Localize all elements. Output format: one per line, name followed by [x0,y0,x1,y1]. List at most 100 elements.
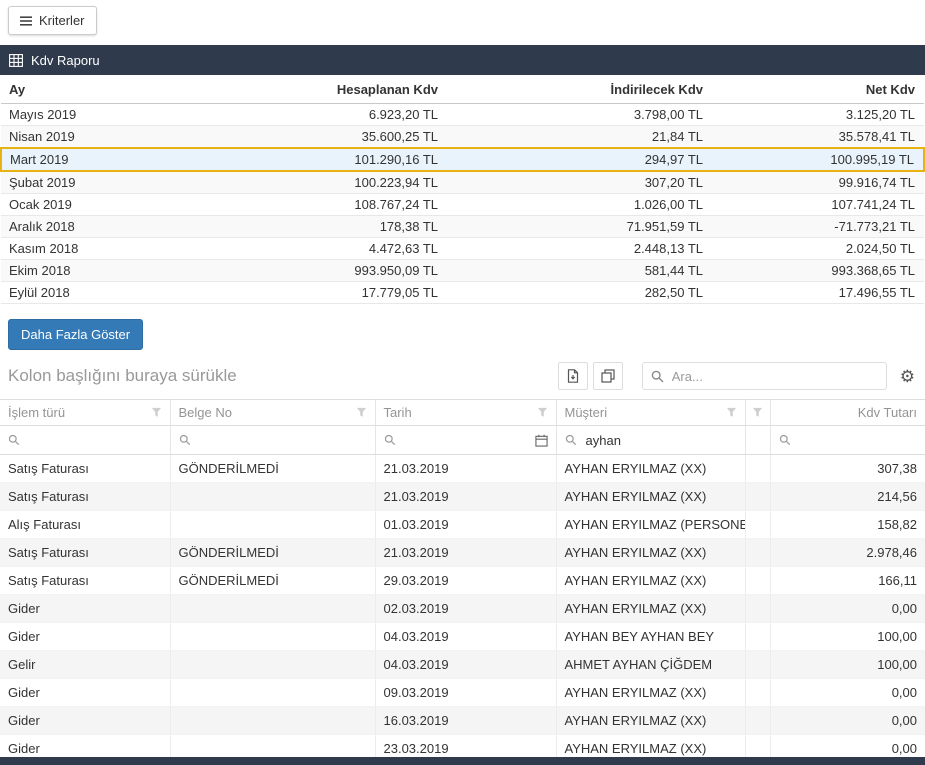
grid-cell-extra [745,679,770,707]
filter-input-kdv-tutari[interactable] [798,432,918,449]
report-cell-ay: Ekim 2018 [1,260,231,282]
grid-cell-kdv-tutari: 0,00 [770,679,925,707]
report-col-ay[interactable]: Ay [1,75,231,104]
report-cell-hesaplanan: 993.950,09 TL [231,260,447,282]
report-cell-net: 993.368,65 TL [712,260,924,282]
report-cell-net: 3.125,20 TL [712,104,924,126]
report-cell-indirilecek: 21,84 TL [447,126,712,149]
grid-col-kdv-label: Kdv Tutarı [858,405,917,420]
filter-funnel-icon[interactable] [726,407,737,418]
grid-cell-extra [745,651,770,679]
search-icon [779,434,791,446]
grid-cell-belge-no [170,623,375,651]
grid-cell-tarih: 16.03.2019 [375,707,556,735]
search-icon [565,434,577,446]
report-row[interactable]: Kasım 2018 4.472,63 TL 2.448,13 TL 2.024… [1,238,924,260]
report-cell-ay: Nisan 2019 [1,126,231,149]
grid-cell-tarih: 04.03.2019 [375,651,556,679]
report-cell-hesaplanan: 6.923,20 TL [231,104,447,126]
report-row[interactable]: Eylül 2018 17.779,05 TL 282,50 TL 17.496… [1,282,924,304]
grid-cell-kdv-tutari: 100,00 [770,651,925,679]
report-cell-net: 100.995,19 TL [712,148,924,171]
grid-row[interactable]: Satış Faturası GÖNDERİLMEDİ 21.03.2019 A… [0,455,925,483]
report-row[interactable]: Mart 2019 101.290,16 TL 294,97 TL 100.99… [1,148,924,171]
report-cell-ay: Mart 2019 [1,148,231,171]
grid-cell-kdv-tutari: 100,00 [770,623,925,651]
grid-row[interactable]: Gider 02.03.2019 AYHAN ERYILMAZ (XX) 0,0… [0,595,925,623]
grid-col-musteri[interactable]: Müşteri [556,400,745,426]
grid-col-extra[interactable] [745,400,770,426]
report-cell-net: 17.496,55 TL [712,282,924,304]
report-col-net[interactable]: Net Kdv [712,75,924,104]
grid-row[interactable]: Gider 16.03.2019 AYHAN ERYILMAZ (XX) 0,0… [0,707,925,735]
grid-row[interactable]: Satış Faturası 21.03.2019 AYHAN ERYILMAZ… [0,483,925,511]
grid-cell-musteri: AYHAN ERYILMAZ (XX) [556,679,745,707]
report-body: Mayıs 2019 6.923,20 TL 3.798,00 TL 3.125… [1,104,924,304]
grid-cell-belge-no: GÖNDERİLMEDİ [170,455,375,483]
grid-cell-tarih: 01.03.2019 [375,511,556,539]
grid-cell-musteri: AYHAN BEY AYHAN BEY [556,623,745,651]
filter-input-belge-no[interactable] [198,432,367,449]
filter-funnel-icon[interactable] [151,407,162,418]
export-icon [566,369,579,383]
gear-button[interactable]: ⚙ [892,368,917,385]
report-cell-indirilecek: 294,97 TL [447,148,712,171]
report-title: Kdv Raporu [31,53,100,68]
show-more-button[interactable]: Daha Fazla Göster [8,319,143,350]
search-icon [651,370,664,383]
filter-funnel-icon[interactable] [752,407,763,418]
grid-filter-row [0,426,925,455]
filter-input-tarih[interactable] [403,432,528,449]
report-cell-hesaplanan: 101.290,16 TL [231,148,447,171]
report-row[interactable]: Mayıs 2019 6.923,20 TL 3.798,00 TL 3.125… [1,104,924,126]
filter-input-islem-turu[interactable] [27,432,162,449]
grid-row[interactable]: Alış Faturası 01.03.2019 AYHAN ERYILMAZ … [0,511,925,539]
report-cell-hesaplanan: 108.767,24 TL [231,194,447,216]
grid-cell-belge-no [170,651,375,679]
table-icon [9,54,23,67]
report-cell-ay: Kasım 2018 [1,238,231,260]
grid-toolbar-right: ⚙ [558,362,917,390]
filter-funnel-icon[interactable] [356,407,367,418]
column-chooser-button[interactable] [593,362,623,390]
report-cell-hesaplanan: 17.779,05 TL [231,282,447,304]
report-row[interactable]: Ekim 2018 993.950,09 TL 581,44 TL 993.36… [1,260,924,282]
grid-col-belge-no[interactable]: Belge No [170,400,375,426]
filter-funnel-icon[interactable] [537,407,548,418]
search-box [642,362,887,390]
grid-col-kdv-tutari[interactable]: Kdv Tutarı [770,400,925,426]
report-cell-ay: Mayıs 2019 [1,104,231,126]
calendar-icon[interactable] [535,434,548,447]
report-row[interactable]: Ocak 2019 108.767,24 TL 1.026,00 TL 107.… [1,194,924,216]
grid-row[interactable]: Satış Faturası GÖNDERİLMEDİ 21.03.2019 A… [0,539,925,567]
grid-row[interactable]: Gelir 04.03.2019 AHMET AYHAN ÇİĞDEM 100,… [0,651,925,679]
grid-row[interactable]: Satış Faturası GÖNDERİLMEDİ 29.03.2019 A… [0,567,925,595]
report-col-hesaplanan[interactable]: Hesaplanan Kdv [231,75,447,104]
report-cell-net: 99.916,74 TL [712,171,924,194]
report-row[interactable]: Nisan 2019 35.600,25 TL 21,84 TL 35.578,… [1,126,924,149]
search-input[interactable] [670,368,878,385]
report-col-indirilecek[interactable]: İndirilecek Kdv [447,75,712,104]
grid-col-islem-turu[interactable]: İşlem türü [0,400,170,426]
report-cell-indirilecek: 71.951,59 TL [447,216,712,238]
grid-row[interactable]: Gider 09.03.2019 AYHAN ERYILMAZ (XX) 0,0… [0,679,925,707]
group-panel[interactable]: Kolon başlığını buraya sürükle [8,366,237,386]
report-row[interactable]: Şubat 2019 100.223,94 TL 307,20 TL 99.91… [1,171,924,194]
grid-col-tarih[interactable]: Tarih [375,400,556,426]
grid-cell-islem-turu: Gider [0,679,170,707]
report-row[interactable]: Aralık 2018 178,38 TL 71.951,59 TL -71.7… [1,216,924,238]
grid-cell-belge-no: GÖNDERİLMEDİ [170,539,375,567]
grid-cell-musteri: AYHAN ERYILMAZ (XX) [556,539,745,567]
kdv-report-table: Ay Hesaplanan Kdv İndirilecek Kdv Net Kd… [0,75,925,304]
grid-cell-kdv-tutari: 307,38 [770,455,925,483]
export-button[interactable] [558,362,588,390]
grid-cell-musteri: AYHAN ERYILMAZ (XX) [556,483,745,511]
grid-row[interactable]: Gider 04.03.2019 AYHAN BEY AYHAN BEY 100… [0,623,925,651]
grid-cell-tarih: 02.03.2019 [375,595,556,623]
page: Kriterler Kdv Raporu Ay Hesaplanan Kdv İ… [0,0,925,765]
grid-cell-islem-turu: Satış Faturası [0,455,170,483]
kriterler-button[interactable]: Kriterler [8,6,97,35]
grid-col-musteri-label: Müşteri [565,405,608,420]
filter-input-musteri[interactable] [584,432,737,449]
grid-cell-islem-turu: Gider [0,623,170,651]
